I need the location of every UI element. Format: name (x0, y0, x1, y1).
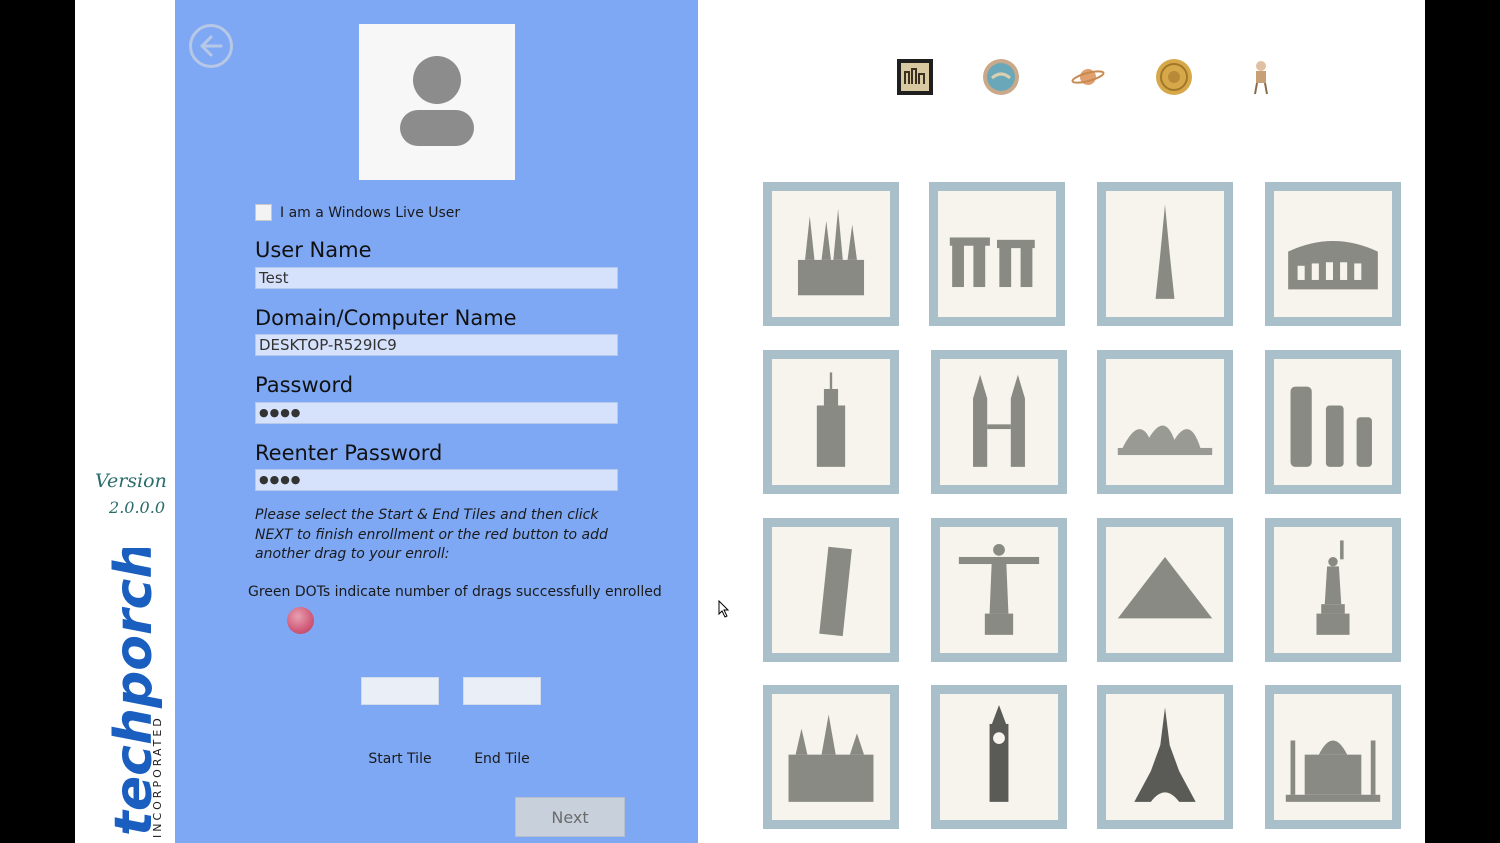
windows-live-row: I am a Windows Live User (255, 204, 460, 221)
castle-icon (788, 714, 874, 802)
domain-input[interactable]: DESKTOP-R529IC9 (255, 334, 618, 356)
opera-house-icon (1117, 425, 1213, 456)
next-button[interactable]: Next (515, 797, 625, 837)
reenter-password-input[interactable]: ●●●● (255, 469, 618, 491)
tile-pisa[interactable] (763, 518, 899, 662)
eiffel-tower-icon (1134, 707, 1196, 802)
image-set-tab-3-icon[interactable] (1069, 58, 1107, 96)
image-set-tab-4-icon[interactable] (1155, 58, 1193, 96)
techporch-logo: techporch INCORPORATED (104, 548, 164, 838)
twin-towers-icon (973, 374, 1025, 467)
tile-big-ben[interactable] (931, 685, 1067, 829)
tile-stonehenge[interactable] (929, 182, 1065, 326)
start-tile-label: Start Tile (368, 751, 432, 767)
end-tile-label: End Tile (474, 751, 530, 767)
image-set-tab-5-icon[interactable] (1242, 58, 1280, 96)
colosseum-icon (1288, 241, 1378, 290)
tile-empire-state[interactable] (763, 350, 899, 494)
tile-cathedral[interactable] (763, 182, 899, 326)
image-set-tab-2-icon[interactable] (982, 58, 1020, 96)
windows-live-checkbox[interactable] (255, 204, 272, 221)
brand-strip: Version 2.0.0.0 techporch INCORPORATED (75, 0, 175, 843)
end-tile-slot (463, 677, 541, 705)
tile-taj-mahal[interactable] (1265, 685, 1401, 829)
instructions-text: Please select the Start & End Tiles and … (255, 507, 608, 562)
back-button[interactable] (189, 24, 233, 68)
domain-label: Domain/Computer Name (255, 306, 517, 330)
leaning-tower-icon (819, 546, 852, 637)
tile-castle[interactable] (763, 685, 899, 829)
user-name-input[interactable]: Test (255, 267, 618, 289)
start-tile-slot (361, 677, 439, 705)
mouse-cursor-icon (718, 600, 730, 618)
enrollment-window: Version 2.0.0.0 techporch INCORPORATED I… (75, 0, 1425, 843)
tower-spire-icon (1155, 204, 1175, 299)
windows-live-label: I am a Windows Live User (280, 204, 461, 221)
skyscraper-icon (816, 372, 846, 467)
user-avatar (359, 24, 515, 180)
stonehenge-icon (949, 237, 1035, 288)
dots-note: Green DOTs indicate number of drags succ… (248, 584, 662, 600)
tile-pyramid[interactable] (1097, 518, 1233, 662)
reenter-password-label: Reenter Password (255, 441, 443, 465)
tile-moai[interactable] (1265, 350, 1401, 494)
moai-icon (1290, 386, 1372, 467)
version-number: 2.0.0.0 (109, 498, 165, 517)
user-name-label: User Name (255, 238, 372, 262)
version-info: Version 2.0.0.0 (95, 470, 167, 517)
clock-tower-icon (989, 705, 1009, 802)
logo-sub-text: INCORPORATED (151, 715, 164, 838)
enrollment-form-panel: I am a Windows Live User User Name Test … (175, 0, 698, 843)
tile-burj-khalifa[interactable] (1097, 182, 1233, 326)
tile-eiffel[interactable] (1097, 685, 1233, 829)
tile-colosseum[interactable] (1265, 182, 1401, 326)
add-drag-button[interactable] (287, 607, 314, 634)
user-silhouette-icon (400, 56, 474, 146)
taj-mahal-icon (1285, 740, 1381, 802)
image-set-tab-1-icon[interactable] (896, 58, 934, 96)
statue-icon (958, 543, 1040, 635)
password-input[interactable]: ●●●● (255, 402, 618, 424)
tile-liberty[interactable] (1265, 518, 1401, 662)
tile-christ-redeemer[interactable] (931, 518, 1067, 662)
cathedral-icon (797, 209, 865, 296)
image-set-tabs (893, 58, 1293, 102)
version-label: Version (95, 470, 167, 492)
liberty-statue-icon (1316, 540, 1350, 635)
pyramid-icon (1117, 556, 1213, 619)
tile-sydney-opera[interactable] (1097, 350, 1233, 494)
tile-petronas[interactable] (931, 350, 1067, 494)
arrow-left-icon (200, 35, 223, 57)
password-label: Password (255, 373, 354, 397)
